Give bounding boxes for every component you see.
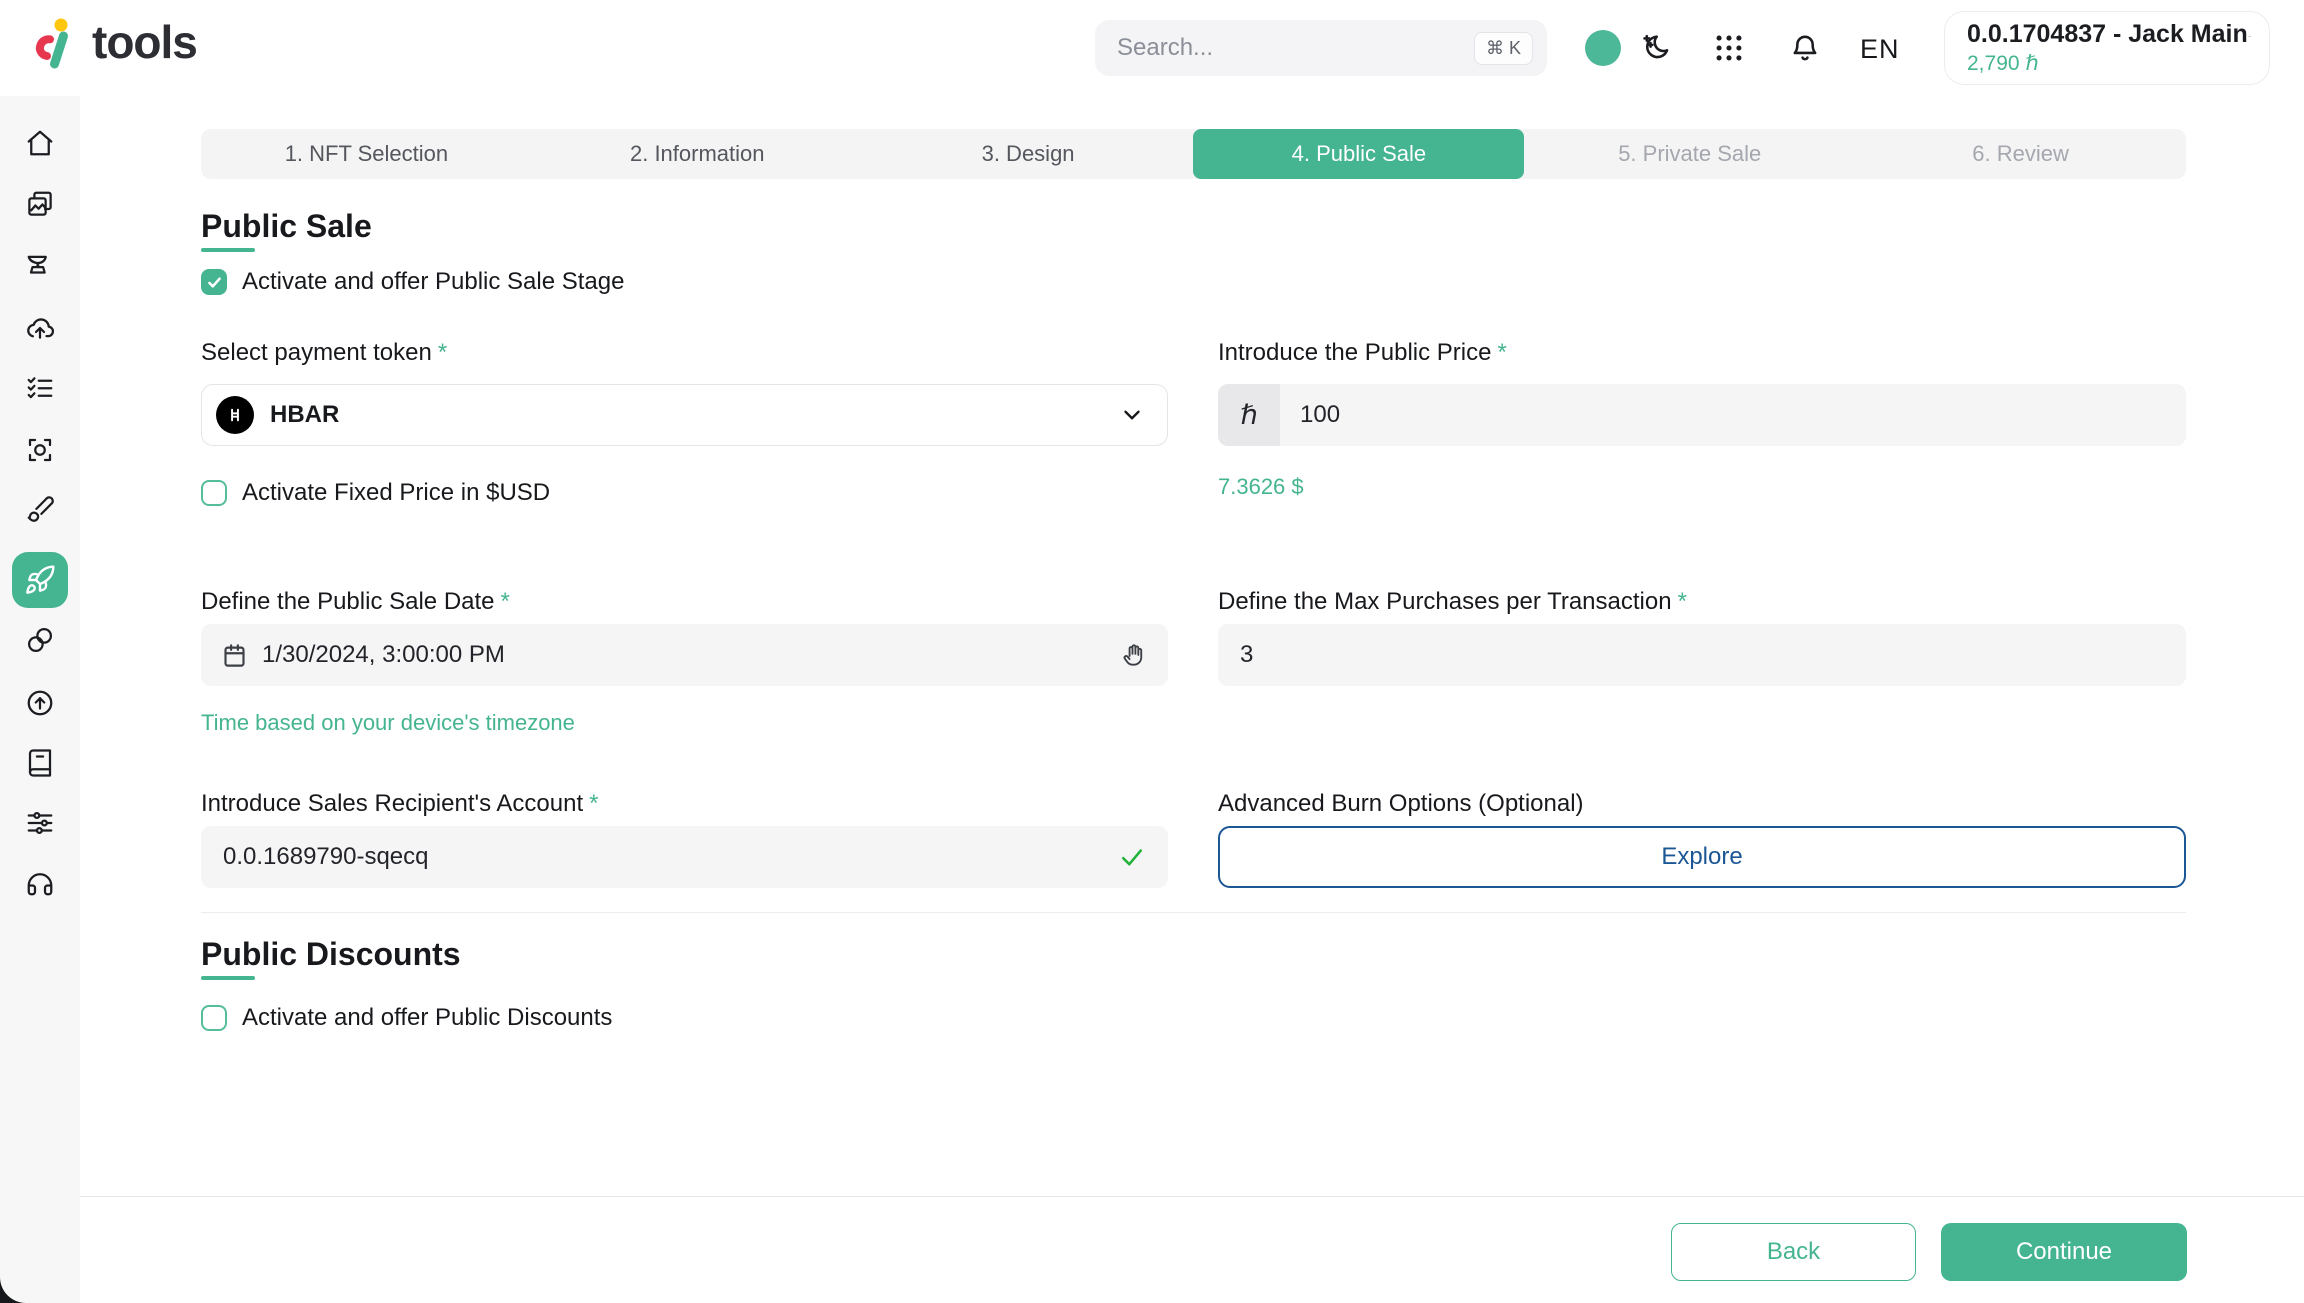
account-menu[interactable]: 0.0.1704837 - Jack Main 2,790 ℏ xyxy=(1944,11,2270,85)
calendar-icon xyxy=(221,642,248,669)
sidebar-item-home[interactable] xyxy=(25,128,55,158)
checkbox-checked-icon[interactable] xyxy=(201,269,227,295)
checkbox-label: Activate and offer Public Sale Stage xyxy=(242,268,624,296)
sliders-icon xyxy=(25,808,55,838)
checkbox-unchecked-icon[interactable] xyxy=(201,1005,227,1031)
focus-icon xyxy=(25,435,55,465)
required-asterisk: * xyxy=(1678,588,1687,615)
upload-cloud-icon xyxy=(25,312,55,342)
required-asterisk: * xyxy=(589,790,598,817)
sidebar-item-upload[interactable] xyxy=(25,312,55,342)
account-id: 0.0.1704837 - Jack Main xyxy=(1967,20,2248,49)
circles-icon xyxy=(25,625,55,655)
sidebar-item-support[interactable] xyxy=(25,868,55,898)
hbar-currency-prefix: ℏ xyxy=(1218,384,1280,446)
recipient-label: Introduce Sales Recipient's Account* xyxy=(201,790,598,818)
anvil-icon xyxy=(25,250,55,280)
topbar: tools ⌘ K EN xyxy=(0,0,2304,96)
account-balance: 2,790 ℏ xyxy=(1967,51,2248,76)
hbar-token-icon xyxy=(216,396,254,434)
sidebar-item-docs[interactable] xyxy=(25,748,55,778)
step-private-sale[interactable]: 5. Private Sale xyxy=(1524,129,1855,179)
required-asterisk: * xyxy=(501,588,510,615)
language-selector[interactable]: EN xyxy=(1860,34,1900,65)
back-button[interactable]: Back xyxy=(1671,1223,1916,1281)
section-divider xyxy=(201,912,2186,913)
book-icon xyxy=(25,748,55,778)
step-design[interactable]: 3. Design xyxy=(863,129,1194,179)
headphones-icon xyxy=(25,868,55,898)
paintbrush-icon xyxy=(25,494,55,524)
valid-check-icon xyxy=(1118,843,1146,871)
chevron-down-icon xyxy=(1119,402,1145,428)
fixed-price-checkbox-row[interactable]: Activate Fixed Price in $USD xyxy=(201,479,550,507)
recipient-field[interactable] xyxy=(201,826,1168,888)
search-input[interactable] xyxy=(1117,34,1474,62)
payment-token-select[interactable]: HBAR xyxy=(201,384,1168,446)
public-price-input[interactable] xyxy=(1300,401,2186,429)
section-title-public-discounts: Public Discounts xyxy=(201,936,461,973)
public-price-field[interactable]: ℏ xyxy=(1218,384,2186,446)
logo-wordmark: tools xyxy=(92,15,197,69)
activate-discounts-checkbox-row[interactable]: Activate and offer Public Discounts xyxy=(201,1004,612,1032)
selected-token-name: HBAR xyxy=(270,401,1119,429)
explore-burn-options-button[interactable]: Explore xyxy=(1218,826,2186,888)
step-information[interactable]: 2. Information xyxy=(532,129,863,179)
sale-date-field[interactable] xyxy=(201,624,1168,686)
required-asterisk: * xyxy=(438,339,447,366)
chevron-down-icon xyxy=(2248,35,2251,61)
notifications-bell-icon[interactable] xyxy=(1788,31,1822,65)
recipient-input[interactable] xyxy=(223,843,1118,871)
checklist-icon xyxy=(25,373,55,403)
checkbox-label: Activate Fixed Price in $USD xyxy=(242,479,550,507)
sidebar-item-tokens[interactable] xyxy=(25,625,55,655)
step-review[interactable]: 6. Review xyxy=(1855,129,2186,179)
step-public-sale[interactable]: 4. Public Sale xyxy=(1193,129,1524,179)
sidebar xyxy=(0,96,80,1303)
payment-token-label: Select payment token* xyxy=(201,339,447,367)
rocket-icon xyxy=(24,564,56,596)
section-title-public-sale: Public Sale xyxy=(201,208,372,245)
app-logo[interactable]: tools xyxy=(30,14,197,70)
apps-grid-icon[interactable] xyxy=(1712,31,1746,65)
arrow-up-circle-icon xyxy=(25,688,55,718)
sidebar-item-paint[interactable] xyxy=(25,494,55,524)
checkbox-label: Activate and offer Public Discounts xyxy=(242,1004,612,1032)
max-purchases-input[interactable] xyxy=(1240,641,2186,669)
tools-logo-icon xyxy=(30,14,82,70)
search-bar[interactable]: ⌘ K xyxy=(1095,20,1547,76)
sidebar-item-launchpad-active[interactable] xyxy=(12,552,68,608)
timezone-note: Time based on your device's timezone xyxy=(201,710,575,736)
burn-options-label: Advanced Burn Options (Optional) xyxy=(1218,790,1584,818)
hand-cursor-icon xyxy=(1120,641,1148,669)
sidebar-item-settings[interactable] xyxy=(25,808,55,838)
checkbox-unchecked-icon[interactable] xyxy=(201,480,227,506)
required-asterisk: * xyxy=(1497,339,1506,366)
main-content: 1. NFT Selection 2. Information 3. Desig… xyxy=(80,96,2304,1303)
public-price-label: Introduce the Public Price* xyxy=(1218,339,1507,367)
activate-public-sale-checkbox-row[interactable]: Activate and offer Public Sale Stage xyxy=(201,268,624,296)
sidebar-item-gallery[interactable] xyxy=(25,189,55,219)
gallery-icon xyxy=(25,189,55,219)
step-nft-selection[interactable]: 1. NFT Selection xyxy=(201,129,532,179)
sidebar-item-forge[interactable] xyxy=(25,250,55,280)
search-shortcut-badge: ⌘ K xyxy=(1474,32,1533,65)
title-underline xyxy=(201,976,255,980)
sidebar-item-airdrop[interactable] xyxy=(25,688,55,718)
max-purchases-label: Define the Max Purchases per Transaction… xyxy=(1218,588,1687,616)
dark-mode-moon-icon[interactable] xyxy=(1638,31,1672,65)
sidebar-item-scanner[interactable] xyxy=(25,435,55,465)
price-usd-conversion: 7.3626 $ xyxy=(1218,474,1304,500)
title-underline xyxy=(201,248,255,252)
max-purchases-field[interactable] xyxy=(1218,624,2186,686)
continue-button[interactable]: Continue xyxy=(1941,1223,2187,1281)
sale-date-input[interactable] xyxy=(262,641,1120,669)
sale-date-label: Define the Public Sale Date* xyxy=(201,588,510,616)
home-icon xyxy=(25,128,55,158)
app-window: tools ⌘ K EN xyxy=(0,0,2304,1303)
network-status-dot[interactable] xyxy=(1585,30,1621,66)
footer-divider xyxy=(80,1196,2304,1197)
sidebar-item-checklist[interactable] xyxy=(25,373,55,403)
wizard-stepper: 1. NFT Selection 2. Information 3. Desig… xyxy=(201,129,2186,179)
